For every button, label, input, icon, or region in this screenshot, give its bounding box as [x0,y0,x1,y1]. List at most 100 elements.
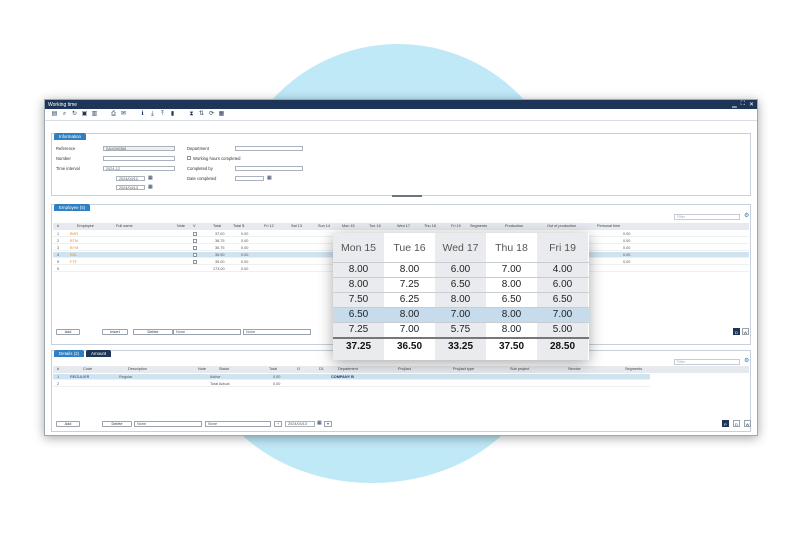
hourglass-icon[interactable]: ⧗ [188,111,195,118]
close-icon[interactable]: ✕ [749,101,754,108]
zoom-cell: 8.00 [399,309,420,320]
zoom-cell: 8.00 [501,309,522,320]
delete-button[interactable]: Delete [102,421,132,427]
gear-icon[interactable]: ⚙ [744,357,749,364]
add-button[interactable]: Add [56,421,80,427]
day-view-button[interactable]: D [733,328,740,335]
employee-select-1[interactable]: None [173,329,241,335]
zoom-header-tue: Tue 16 [393,242,426,254]
details-date-field[interactable]: 2024/04/13 [285,421,315,427]
zoom-total: 37.25 [345,341,372,352]
calendar-icon[interactable]: ▦ [218,111,225,118]
info-icon[interactable]: ℹ [139,111,146,118]
table-row[interactable]: 2 Total Actual 0.00 [53,381,650,387]
employee-filter-input[interactable]: Filter [674,214,740,220]
week-view-button[interactable]: W [744,420,751,427]
tab-details[interactable]: Details (2) [54,350,85,357]
date-dropdown[interactable]: ▾ [324,421,332,427]
maximize-icon[interactable]: ⛶ [741,101,745,108]
completed-by-field[interactable] [235,166,303,171]
zoom-cell: 5.00 [552,324,573,335]
details-select-2[interactable]: None [205,421,271,427]
add-button[interactable]: Add [56,329,80,335]
zoom-cell: 7.25 [399,279,420,290]
zoom-cell: 6.50 [501,294,522,305]
upload-icon[interactable]: ⤒ [159,111,166,118]
number-label: Number [56,156,71,161]
zoom-cell: 7.50 [348,294,369,305]
date-completed-field[interactable] [235,176,264,181]
download-icon[interactable]: ⤓ [149,111,156,118]
refresh-icon[interactable]: ↻ [71,111,78,118]
stage: Working time ▁ ⛶ ✕ ▤ ⌕ ↻ ▣ ▥ ⎙ ✉ ℹ ⤓ ⤒ ▮… [0,0,800,533]
minimize-icon[interactable]: ▁ [732,101,737,108]
zoom-cell: 6.00 [450,264,471,275]
tab-employee[interactable]: Employee (5) [54,204,91,211]
zoom-cell: 7.00 [552,309,573,320]
reference-field: SAX000366 [103,146,175,151]
zoom-header-mon: Mon 15 [340,242,377,254]
employee-table-header: # Employee Full name Note V Total Total … [53,223,749,230]
chart-icon[interactable]: ▮ [169,111,176,118]
email-icon[interactable]: ✉ [120,111,127,118]
time-interval-label: Time interval [56,166,80,171]
zoom-cell: 8.00 [501,324,522,335]
search-icon[interactable]: ⌕ [61,111,68,118]
save-icon[interactable]: ▣ [81,111,88,118]
delete-icon[interactable]: ▥ [91,111,98,118]
zoom-cell: 6.00 [552,279,573,290]
zoom-cell: 7.00 [399,324,420,335]
period-view-button[interactable]: P [722,420,729,427]
week-view-button[interactable]: W [742,328,749,335]
resize-handle[interactable] [392,195,422,197]
date-completed-label: Date completed [187,176,217,181]
calendar-icon[interactable]: ▦ [148,184,153,190]
department-label: Department [187,146,209,151]
zoom-cell: 8.00 [348,279,369,290]
number-field[interactable] [103,156,175,161]
details-table-header: # Code Description Note Statut Total I1 … [53,366,749,373]
zoom-cell: 6.25 [399,294,420,305]
zoom-header-fri: Fri 19 [549,242,576,254]
calendar-icon[interactable]: ▦ [267,175,272,181]
department-field[interactable] [235,146,303,151]
zoom-total: 36.50 [396,341,423,352]
time-interval-field[interactable]: 2024-12 [103,166,175,171]
zoom-cell: 4.00 [552,264,573,275]
new-document-icon[interactable]: ▤ [51,111,58,118]
zoom-cell: 8.00 [501,279,522,290]
zoom-cell: 7.25 [348,324,369,335]
calendar-icon[interactable]: ▦ [148,175,153,181]
stepper-button[interactable]: + [274,421,282,427]
tab-information[interactable]: Information [54,133,86,140]
delete-button[interactable]: Delete [133,329,173,335]
zoom-total: 33.25 [447,341,474,352]
date-from-field[interactable]: 2024/04/12 [116,176,145,181]
working-hours-completed-checkbox[interactable] [187,156,191,160]
toolbar: ▤ ⌕ ↻ ▣ ▥ ⎙ ✉ ℹ ⤓ ⤒ ▮ ⧗ ⇅ ⟳ ▦ [45,109,757,121]
employee-select-2[interactable]: None [243,329,311,335]
zoom-cell: 8.00 [450,294,471,305]
tab-amount[interactable]: Amount [86,350,112,357]
zoom-cell: 7.00 [501,264,522,275]
zoom-header-thu: Thu 18 [495,242,528,254]
date-to-field[interactable]: 2024/04/13 [116,185,145,190]
print-icon[interactable]: ⎙ [110,111,117,118]
details-select-1[interactable]: None [134,421,202,427]
zoom-total: 37.50 [498,341,525,352]
day-view-button[interactable]: D [733,420,740,427]
sort-icon[interactable]: ⇅ [198,111,205,118]
sync-icon[interactable]: ⟳ [208,111,215,118]
working-hours-completed-label: Working hours completed [193,156,241,161]
zoom-total: 28.50 [549,341,576,352]
details-section: Details (2) Amount Filter ⚙ # Code Descr… [51,350,751,432]
gear-icon[interactable]: ⚙ [744,212,749,219]
window-title: Working time [48,101,78,108]
details-filter-input[interactable]: Filter [674,359,740,365]
zoom-cell: 7.00 [450,309,471,320]
calendar-icon[interactable]: ▦ [317,420,322,426]
zoom-cell: 6.50 [450,279,471,290]
zoom-cell: 6.50 [552,294,573,305]
insert-button[interactable]: Insert [102,329,128,335]
table-row[interactable]: 1 REGULIER Regular Active 0.00 COMPANY B [53,374,650,380]
